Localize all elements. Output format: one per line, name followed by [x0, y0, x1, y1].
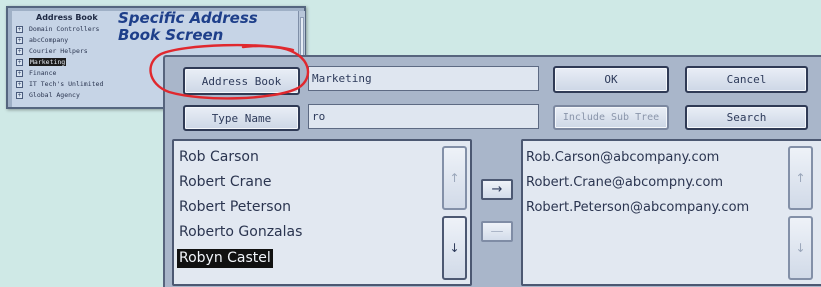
address-book-field: Marketing [308, 66, 539, 91]
remove-recipient-button[interactable]: — [481, 221, 513, 242]
address-book-button[interactable]: Address Book [183, 67, 300, 95]
tree-item-label: IT Tech's Unlimited [29, 80, 104, 88]
recipient-email-list[interactable]: Rob.Carson@abcompany.com Robert.Crane@ab… [521, 139, 821, 286]
tree-item-label: Domain Controllers [29, 25, 100, 33]
tree-item-finance[interactable]: + Finance [16, 68, 56, 78]
caption-line-2: Book Screen [118, 26, 224, 44]
tree-item-global-agency[interactable]: + Global Agency [16, 90, 80, 100]
email-item[interactable]: Rob.Carson@abcompany.com [526, 149, 719, 167]
scroll-up-button[interactable]: ↑ [442, 146, 467, 210]
arrow-right-icon: → [491, 182, 503, 197]
expand-box-icon[interactable]: + [16, 80, 23, 88]
dash-icon: — [490, 224, 504, 239]
scroll-up-icon: ↑ [795, 171, 806, 185]
expand-box-icon[interactable]: + [16, 58, 23, 66]
expand-box-icon[interactable]: + [16, 25, 23, 33]
tree-item-domain-controllers[interactable]: + Domain Controllers [16, 24, 99, 34]
search-button[interactable]: Search [685, 105, 808, 130]
scroll-down-icon: ↓ [449, 241, 460, 255]
tree-item-label: Finance [29, 69, 57, 77]
tree-item-label: Courier Helpers [29, 47, 88, 55]
address-book-screen: Address Book Marketing OK Cancel Type Na… [163, 55, 821, 287]
email-scroll-down-button[interactable]: ↓ [788, 216, 813, 280]
scroll-up-icon: ↑ [449, 171, 460, 185]
tree-item-marketing[interactable]: + Marketing [16, 57, 67, 67]
type-name-input[interactable]: ro [308, 104, 539, 129]
type-name-button[interactable]: Type Name [183, 105, 300, 131]
email-item[interactable]: Robert.Crane@abcompny.com [526, 174, 723, 192]
expand-box-icon[interactable]: + [16, 36, 23, 44]
list-item[interactable]: Rob Carson [177, 148, 261, 167]
tree-item-it-techs-unlimited[interactable]: + IT Tech's Unlimited [16, 79, 103, 89]
email-scroll-up-button[interactable]: ↑ [788, 146, 813, 210]
email-item[interactable]: Robert.Peterson@abcompany.com [526, 199, 749, 217]
screen-caption: Specific Address Book Screen [118, 10, 293, 44]
cancel-button[interactable]: Cancel [685, 66, 808, 93]
add-recipient-button[interactable]: → [481, 179, 513, 200]
caption-line-1: Specific Address [118, 9, 258, 27]
tree-item-abccompany[interactable]: + abcCompany [16, 35, 68, 45]
tree-title: Address Book [36, 13, 98, 22]
tree-item-label: Marketing [29, 58, 67, 66]
list-item-selected[interactable]: Robyn Castel [177, 249, 273, 268]
list-item[interactable]: Robert Crane [177, 173, 273, 192]
tree-item-label: Global Agency [29, 91, 80, 99]
scroll-down-icon: ↓ [795, 241, 806, 255]
list-item[interactable]: Roberto Gonzalas [177, 223, 304, 242]
expand-box-icon[interactable]: + [16, 47, 23, 55]
scroll-down-button[interactable]: ↓ [442, 216, 467, 280]
list-item[interactable]: Robert Peterson [177, 198, 293, 217]
ok-button[interactable]: OK [553, 66, 669, 93]
include-sub-tree-button[interactable]: Include Sub Tree [553, 105, 669, 130]
tree-item-courier-helpers[interactable]: + Courier Helpers [16, 46, 88, 56]
tree-item-label: abcCompany [29, 36, 69, 44]
expand-box-icon[interactable]: + [16, 69, 23, 77]
name-results-list[interactable]: Rob Carson Robert Crane Robert Peterson … [172, 139, 472, 286]
expand-box-icon[interactable]: + [16, 91, 23, 99]
